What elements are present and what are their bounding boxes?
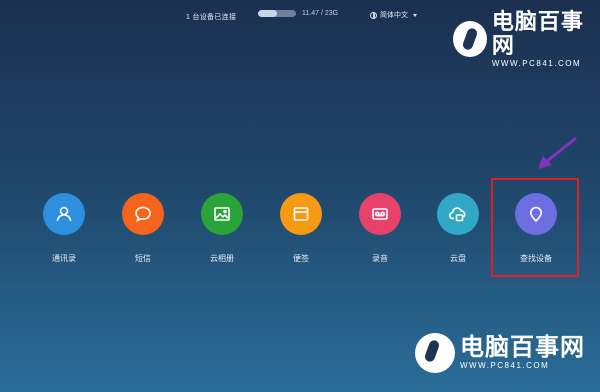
recorder-icon — [372, 208, 388, 220]
app-notes-label: 便签 — [293, 254, 309, 263]
watermark-title: 电脑百事网 — [460, 334, 585, 361]
app-messages-circle — [122, 193, 164, 235]
cloud-drive-icon — [449, 207, 466, 222]
watermark-logo-icon — [415, 333, 455, 373]
notes-icon — [293, 207, 309, 221]
app-messages[interactable]: 短信 — [113, 193, 173, 273]
app-recorder-circle — [359, 193, 401, 235]
app-cloud-drive[interactable]: 云盘 — [428, 193, 488, 273]
contacts-icon — [56, 206, 72, 222]
app-gallery-label: 云相册 — [210, 254, 234, 263]
app-notes[interactable]: 便签 — [271, 193, 331, 273]
message-icon — [135, 206, 151, 223]
watermark-url: WWW.PC841.COM — [460, 361, 550, 370]
app-recorder[interactable]: 录音 — [350, 193, 410, 273]
app-recorder-label: 录音 — [372, 254, 388, 263]
app-gallery[interactable]: 云相册 — [192, 193, 252, 273]
app-cloud-drive-circle — [437, 193, 479, 235]
gallery-icon — [214, 207, 230, 221]
app-contacts-label: 通讯录 — [52, 254, 76, 263]
watermark-bottom: 电脑百事网 WWW.PC841.COM — [415, 333, 585, 373]
pointer-arrow-icon — [538, 136, 577, 169]
highlight-box — [491, 178, 579, 277]
app-gallery-circle — [201, 193, 243, 235]
app-messages-label: 短信 — [135, 254, 151, 263]
app-notes-circle — [280, 193, 322, 235]
app-cloud-drive-label: 云盘 — [450, 254, 466, 263]
app-contacts[interactable]: 通讯录 — [34, 193, 94, 273]
app-contacts-circle — [43, 193, 85, 235]
